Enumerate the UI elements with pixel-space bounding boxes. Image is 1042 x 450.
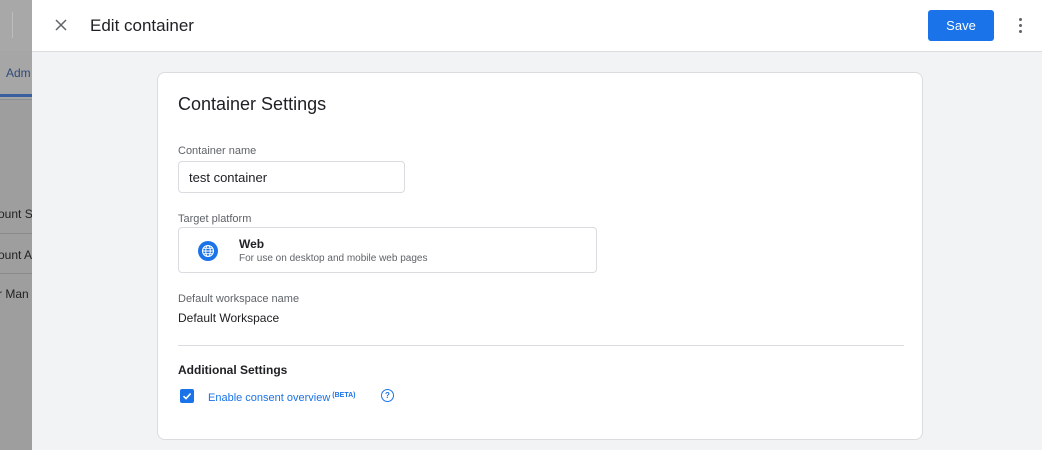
platform-name: Web	[239, 237, 265, 251]
container-settings-card: Container Settings Container name Target…	[157, 72, 923, 440]
help-icon[interactable]: ?	[381, 389, 394, 402]
panel-header: Edit container Save	[32, 0, 1042, 52]
more-options-button[interactable]	[1010, 13, 1030, 37]
background-item-user-management: r Man	[0, 287, 29, 301]
background-separator	[0, 233, 32, 234]
container-name-label: Container name	[178, 145, 257, 157]
edit-container-panel: Edit container Save Container Settings C…	[32, 0, 1042, 450]
background-item-account-activity: ount A	[0, 248, 32, 262]
background-page: Adm ount S ount A r Man	[0, 0, 32, 450]
workspace-name-label: Default workspace name	[178, 293, 300, 305]
beta-tag: (BETA)	[332, 392, 356, 399]
workspace-name-value: Default Workspace	[178, 311, 280, 325]
background-item-account-settings: ount S	[0, 207, 32, 221]
more-vert-icon	[1018, 17, 1022, 21]
consent-overview-checkbox[interactable]	[180, 389, 194, 403]
check-icon	[182, 393, 192, 400]
target-platform-selector[interactable]: Web For use on desktop and mobile web pa…	[178, 227, 597, 273]
globe-icon	[198, 241, 218, 261]
consent-overview-text: Enable consent overview	[208, 392, 331, 404]
background-divider	[12, 12, 13, 38]
background-tab-admin: Adm	[6, 66, 31, 80]
background-separator	[0, 273, 32, 274]
close-icon	[55, 19, 67, 31]
consent-overview-label[interactable]: Enable consent overview (BETA)	[208, 392, 356, 404]
target-platform-label: Target platform	[178, 213, 252, 225]
additional-settings-heading: Additional Settings	[178, 363, 288, 377]
close-button[interactable]	[50, 14, 72, 36]
platform-description: For use on desktop and mobile web pages	[239, 253, 428, 264]
card-title: Container Settings	[178, 94, 327, 114]
save-button[interactable]: Save	[928, 10, 994, 41]
container-name-input[interactable]	[178, 161, 405, 193]
section-divider	[178, 345, 904, 346]
background-tab-underline	[0, 94, 32, 97]
panel-title: Edit container	[90, 16, 194, 35]
background-topbar	[0, 0, 32, 51]
